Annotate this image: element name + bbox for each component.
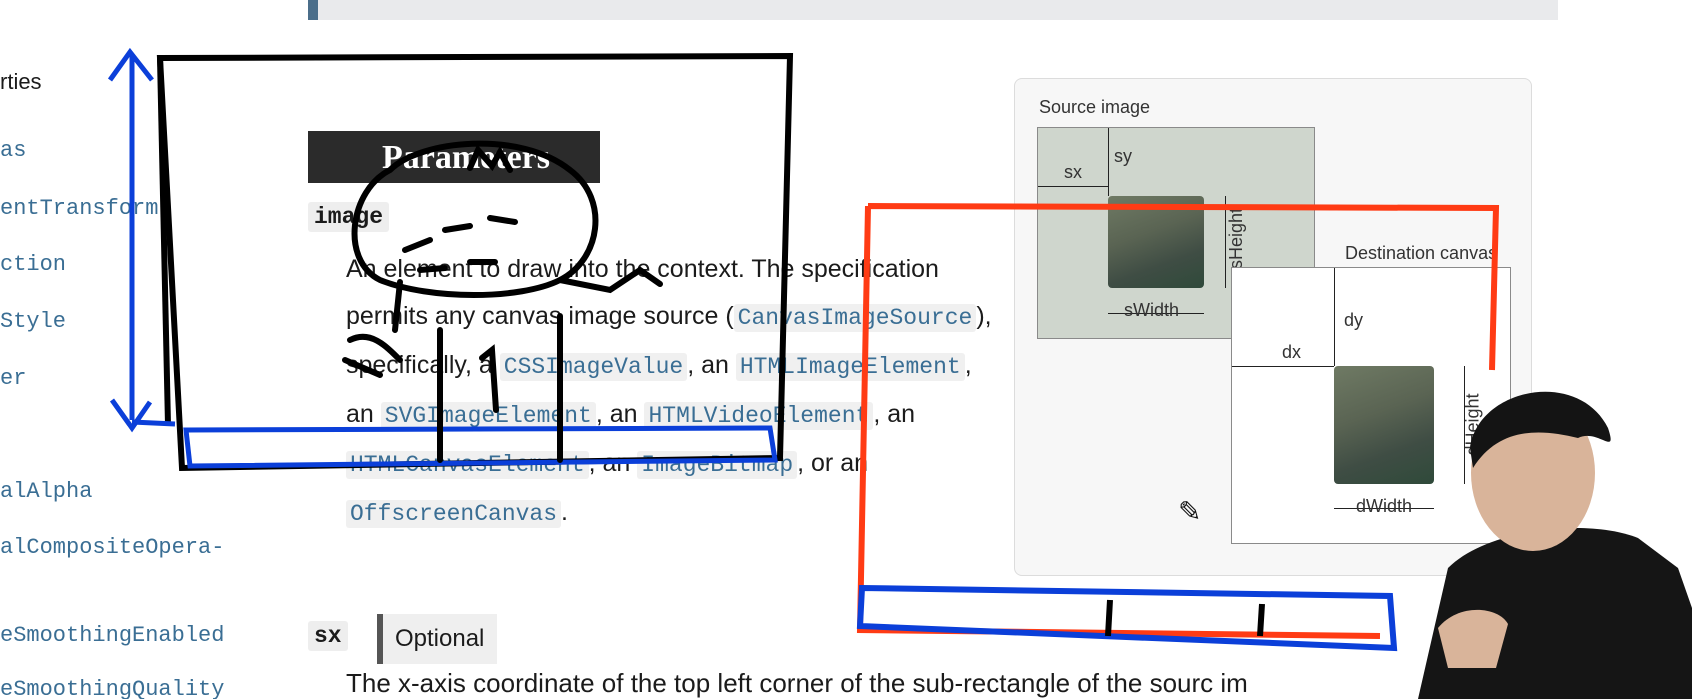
blue-tick	[131, 419, 176, 427]
person-hand	[1438, 609, 1508, 668]
black-box-edge	[157, 57, 171, 426]
pencil-icon: ✎	[1178, 496, 1202, 527]
blue-bottom-annotation	[856, 584, 1398, 652]
webcam-overlay	[1418, 391, 1692, 699]
doodle-character	[342, 140, 663, 463]
